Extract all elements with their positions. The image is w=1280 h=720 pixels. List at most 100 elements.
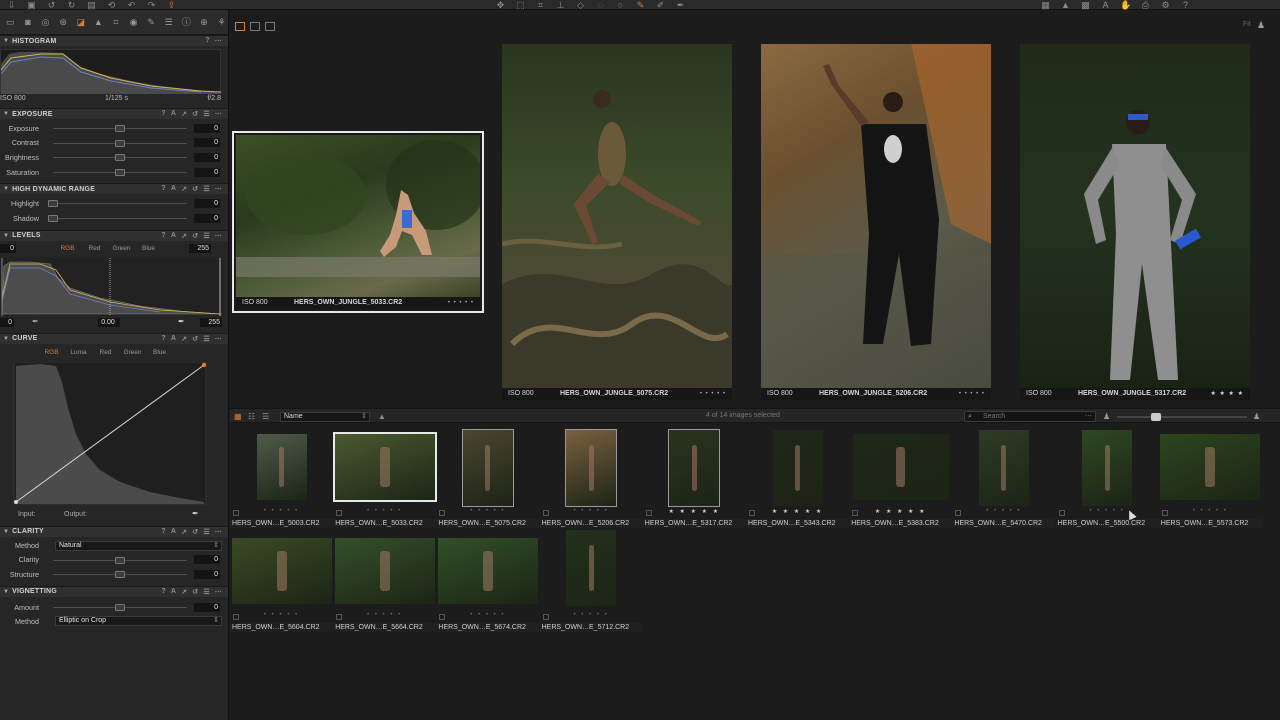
thumbnail-image[interactable] xyxy=(566,530,617,606)
eraser-icon[interactable]: ✐ xyxy=(655,1,666,10)
undo-arrow-icon[interactable]: ↶ xyxy=(126,1,137,10)
exposure-icon[interactable]: ▩ xyxy=(1080,1,1091,10)
settings-icon[interactable]: ⚙ xyxy=(1160,1,1171,10)
thumbnail-image[interactable] xyxy=(978,430,1029,506)
thumbnail-cell[interactable]: ★ ★ ★ ★ ★ HERS_OWN…E_5383.CR2 xyxy=(849,430,953,534)
slider-value[interactable]: 0 xyxy=(194,138,220,148)
saturation-slider[interactable]: Saturation 0 xyxy=(0,165,228,180)
slider-knob[interactable] xyxy=(115,571,125,579)
clarity-method-select[interactable]: Natural ⇕ xyxy=(55,540,222,551)
thumbnail-cell[interactable]: ★ ★ ★ ★ ★ HERS_OWN…E_5343.CR2 xyxy=(746,430,849,534)
menu-icon[interactable]: ⋯ xyxy=(215,110,222,118)
menu-icon[interactable]: ⋯ xyxy=(215,528,222,536)
slider-track[interactable] xyxy=(48,214,187,222)
slider-track[interactable] xyxy=(53,603,187,611)
list-icon[interactable]: ☰ xyxy=(203,588,209,596)
thumbnail-image[interactable] xyxy=(332,432,437,502)
thumbnail-cell[interactable]: • • • • • HERS_OWN…E_5206.CR2 xyxy=(539,429,643,534)
multi-view-icon[interactable] xyxy=(235,22,245,31)
copy-icon[interactable]: ↗ xyxy=(181,335,187,343)
slider-knob[interactable] xyxy=(115,125,125,132)
curve-channel-blue[interactable]: Blue xyxy=(146,349,173,356)
slider-track[interactable] xyxy=(53,139,187,147)
levels-header[interactable]: ▼ LEVELS ? A ↗ ↺ ☰ ⋯ xyxy=(0,229,228,241)
thumbnail-rating[interactable]: • • • • • xyxy=(230,508,333,514)
reset-icon[interactable]: ⟲ xyxy=(106,1,117,10)
copy-icon[interactable]: ↗ xyxy=(181,185,187,193)
levels-output-white[interactable]: 255 xyxy=(200,317,222,327)
vignetting-header[interactable]: ▼ VIGNETTING ? A ↗ ↺ ☰ ⋯ xyxy=(0,585,228,597)
curve-channel-luma[interactable]: Luma xyxy=(65,349,92,356)
thumbnail-cell[interactable]: ★ ★ ★ ★ ★ HERS_OWN…E_5317.CR2 xyxy=(642,429,746,534)
reset-icon[interactable]: ↺ xyxy=(192,110,198,118)
slider-knob[interactable] xyxy=(1151,413,1161,421)
list-icon[interactable]: ☰ xyxy=(203,528,209,536)
redo-icon[interactable]: ↻ xyxy=(66,1,77,10)
help-icon[interactable]: ? xyxy=(161,528,165,536)
spot-icon[interactable]: ◌ xyxy=(595,1,606,10)
gradient-icon[interactable]: ✒ xyxy=(675,1,686,10)
thumbnail-rating[interactable]: • • • • • xyxy=(436,508,539,514)
straighten-icon[interactable]: ⊥ xyxy=(555,1,566,10)
levels-black-input[interactable]: 0 xyxy=(0,244,16,254)
thumbnail-image[interactable] xyxy=(256,434,307,500)
reset-icon[interactable]: ↺ xyxy=(192,528,198,536)
auto-icon[interactable]: A xyxy=(171,185,176,193)
slider-value[interactable]: 0 xyxy=(194,199,220,209)
thumbnail-cell[interactable]: • • • • • HERS_OWN…E_5573.CR2 xyxy=(1158,430,1262,534)
warning-icon[interactable]: ▲ xyxy=(1060,1,1071,10)
details-tab-icon[interactable]: ▲ xyxy=(92,16,105,29)
sort-select[interactable]: Name ⇕ xyxy=(280,412,370,422)
slider-value[interactable]: 0 xyxy=(194,123,220,133)
thumbnail-cell[interactable]: • • • • • HERS_OWN…E_5075.CR2 xyxy=(436,429,540,534)
slider-knob[interactable] xyxy=(115,139,125,147)
library-tab-icon[interactable]: ▭ xyxy=(4,16,17,29)
thumbnail-image[interactable] xyxy=(565,429,618,507)
slider-track[interactable] xyxy=(53,168,187,176)
vignetting-method-select[interactable]: Elliptic on Crop ⇕ xyxy=(55,616,222,627)
list-icon[interactable]: ☰ xyxy=(203,185,209,193)
thumbnail-image[interactable] xyxy=(334,538,435,604)
keystone-icon[interactable]: ◇ xyxy=(575,1,586,10)
thumbnail-checkbox[interactable] xyxy=(439,510,446,516)
levels-channel-blue[interactable]: Blue xyxy=(135,245,162,252)
thumbnail-image[interactable] xyxy=(852,434,949,500)
exposure-header[interactable]: ▼ EXPOSURE ? A ↗ ↺ ☰ ⋯ xyxy=(0,108,228,119)
thumbnail-rating[interactable]: ★ ★ ★ ★ ★ xyxy=(849,508,952,515)
help-icon[interactable]: ? xyxy=(161,588,165,596)
reset-icon[interactable]: ↺ xyxy=(192,588,198,596)
slider-knob[interactable] xyxy=(48,200,58,208)
rating-stars[interactable]: • • • • • xyxy=(959,388,985,400)
menu-icon[interactable]: ⋯ xyxy=(215,232,222,240)
help-icon[interactable]: ? xyxy=(1180,1,1191,10)
collapse-icon[interactable]: ▼ xyxy=(3,589,9,595)
slider-knob[interactable] xyxy=(115,168,125,176)
filmstrip-view-icon[interactable]: ☰ xyxy=(262,412,272,421)
photo-jungle-5206[interactable] xyxy=(761,44,991,388)
auto-icon[interactable]: A xyxy=(171,110,176,118)
lens-tab-icon[interactable]: ◎ xyxy=(39,16,52,29)
grid-icon[interactable]: ▦ xyxy=(1040,1,1051,10)
thumbnail-cell[interactable]: • • • • • HERS_OWN…E_5003.CR2 xyxy=(230,430,333,534)
rating-stars[interactable]: • • • • • xyxy=(448,297,474,309)
brightness-slider[interactable]: Brightness 0 xyxy=(0,150,228,165)
slider-value[interactable]: 0 xyxy=(194,555,220,565)
collapse-icon[interactable]: ▼ xyxy=(3,233,9,239)
user-icon[interactable]: ♟ xyxy=(1257,20,1265,31)
thumbnail-checkbox[interactable] xyxy=(955,510,962,516)
thumbnail-rating[interactable]: • • • • • xyxy=(436,612,539,618)
thumbnail-image[interactable] xyxy=(231,538,332,604)
slider-value[interactable]: 0 xyxy=(194,213,220,223)
thumbnail-image[interactable] xyxy=(668,429,721,507)
slider-knob[interactable] xyxy=(48,214,58,222)
import-icon[interactable]: ⇩ xyxy=(6,1,17,10)
slider-knob[interactable] xyxy=(115,154,125,162)
thumbnail-checkbox[interactable] xyxy=(336,614,343,620)
thumbnail-rating[interactable]: • • • • • xyxy=(540,612,643,618)
help-icon[interactable]: ? xyxy=(161,232,165,240)
thumbnail-rating[interactable]: • • • • • xyxy=(1056,508,1159,514)
rating-stars[interactable]: • • • • • xyxy=(700,388,726,400)
slider-track[interactable] xyxy=(53,556,187,564)
search-input[interactable]: ⌕ Search ⋯ xyxy=(964,411,1096,422)
menu-icon[interactable]: ⋯ xyxy=(215,588,222,596)
